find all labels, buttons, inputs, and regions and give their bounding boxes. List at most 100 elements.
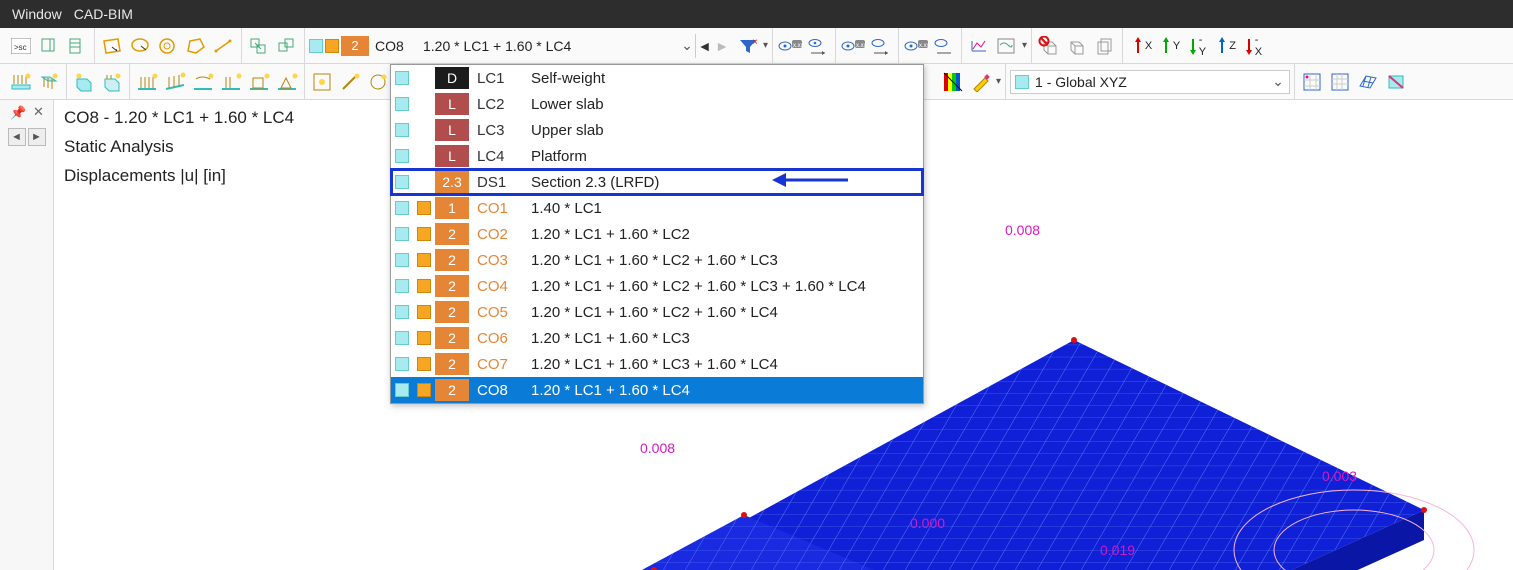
dd-row-co6[interactable]: 2CO61.20 * LC1 + 1.60 * LC3 — [391, 325, 923, 351]
chev-down-style[interactable]: ▾ — [1022, 40, 1027, 51]
panel-prev-button[interactable]: ◄ — [8, 128, 26, 146]
mesh-icon[interactable] — [1355, 69, 1381, 95]
select-line-icon[interactable] — [211, 33, 237, 59]
dd-row-co2[interactable]: 2CO21.20 * LC1 + 1.60 * LC2 — [391, 221, 923, 247]
beam-load-icon-3[interactable] — [190, 69, 216, 95]
dd-row-lc3[interactable]: LLC3Upper slab — [391, 117, 923, 143]
beam-load-icon-5[interactable] — [246, 69, 272, 95]
dd-sq2 — [413, 91, 435, 117]
pencil-icon[interactable] — [968, 69, 994, 95]
menu-window[interactable]: Window — [12, 6, 62, 22]
grid-icon-2[interactable] — [1327, 69, 1353, 95]
chev-down-after-filter[interactable]: ▾ — [763, 40, 768, 51]
chev-down-pencil[interactable]: ▾ — [996, 76, 1001, 87]
dd-tag: 2 — [435, 275, 469, 297]
eye-arrow-icon-2[interactable] — [868, 33, 894, 59]
disp-label: 0.003 — [1322, 468, 1357, 484]
load-cube-icon-1[interactable] — [71, 69, 97, 95]
tool-icon-move[interactable] — [246, 33, 272, 59]
beam-load-icon-2[interactable] — [162, 69, 188, 95]
beam-load-icon-4[interactable] — [218, 69, 244, 95]
dd-name: 1.20 * LC1 + 1.60 * LC4 — [525, 382, 923, 399]
dd-row-co8[interactable]: 2CO81.20 * LC1 + 1.60 * LC4 — [391, 377, 923, 403]
dd-code: CO7 — [469, 356, 525, 373]
pin-icon[interactable]: 📌 — [9, 104, 27, 122]
dd-tag: 2 — [435, 249, 469, 271]
select-rect-icon[interactable] — [99, 33, 125, 59]
chevron-down-icon[interactable]: ⌄ — [679, 37, 695, 54]
menu-cadbim[interactable]: CAD-BIM — [74, 6, 133, 22]
delete-cube-icon[interactable] — [1036, 33, 1062, 59]
dd-sq2 — [413, 195, 435, 221]
misc-load-icon-3[interactable] — [365, 69, 391, 95]
dd-tag: 2 — [435, 379, 469, 401]
dd-row-lc2[interactable]: LLC2Lower slab — [391, 91, 923, 117]
section-icon[interactable] — [1383, 69, 1409, 95]
tool-icon-3[interactable] — [64, 33, 90, 59]
loadcase-selector[interactable]: 2 CO8 1.20 * LC1 + 1.60 * LC4 ⌄ ◄ ► — [309, 32, 731, 60]
annotation-arrow-icon — [770, 168, 850, 192]
eye-xxx-icon-3[interactable]: x.xx — [903, 33, 929, 59]
grid-icon-1[interactable] — [1299, 69, 1325, 95]
axis-y-button[interactable]: Y — [1155, 33, 1181, 59]
dd-sq1 — [391, 221, 413, 247]
chevron-down-icon[interactable]: ⌄ — [1271, 73, 1285, 90]
dd-code: LC1 — [469, 70, 525, 87]
dd-tag: L — [435, 119, 469, 141]
filter-icon[interactable]: × — [735, 33, 761, 59]
lc-code: CO8 — [371, 38, 419, 54]
select-ring-icon[interactable] — [155, 33, 181, 59]
dd-row-lc1[interactable]: DLC1Self-weight — [391, 65, 923, 91]
dd-sq1 — [391, 65, 413, 91]
eye-arrow-icon-3[interactable] — [931, 33, 957, 59]
next-loadcase-button[interactable]: ► — [713, 34, 731, 58]
dd-name: 1.20 * LC1 + 1.60 * LC2 — [525, 226, 923, 243]
beam-load-icon-6[interactable] — [274, 69, 300, 95]
dd-row-co4[interactable]: 2CO41.20 * LC1 + 1.60 * LC2 + 1.60 * LC3… — [391, 273, 923, 299]
close-icon[interactable]: ✕ — [33, 104, 44, 122]
svg-text:x.xx: x.xx — [856, 43, 866, 49]
dd-sq2 — [413, 169, 435, 195]
dd-row-lc4[interactable]: LLC4Platform — [391, 143, 923, 169]
select-poly-icon[interactable] — [183, 33, 209, 59]
axis-minus-y-button[interactable]: -Y — [1183, 33, 1209, 59]
dd-row-co3[interactable]: 2CO31.20 * LC1 + 1.60 * LC2 + 1.60 * LC3 — [391, 247, 923, 273]
dd-sq1 — [391, 351, 413, 377]
load-cube-icon-2[interactable] — [99, 69, 125, 95]
eye-xxx-icon-2[interactable]: x.xx — [840, 33, 866, 59]
beam-load-icon-1[interactable] — [134, 69, 160, 95]
dd-sq2 — [413, 221, 435, 247]
dd-sq2 — [413, 377, 435, 403]
prev-loadcase-button[interactable]: ◄ — [695, 34, 713, 58]
load-display-icon-1[interactable] — [8, 69, 34, 95]
graph-icon[interactable] — [966, 33, 992, 59]
dd-row-co1[interactable]: 1CO11.40 * LC1 — [391, 195, 923, 221]
axis-z-button[interactable]: Z — [1211, 33, 1237, 59]
dd-code: CO3 — [469, 252, 525, 269]
axis-minus-x-button[interactable]: -X — [1239, 33, 1265, 59]
dd-tag: 2 — [435, 301, 469, 323]
tool-icon-2[interactable] — [36, 33, 62, 59]
style-icon[interactable] — [994, 33, 1020, 59]
axis-x-button[interactable]: X — [1127, 33, 1153, 59]
cube-icon[interactable] — [1064, 33, 1090, 59]
panel-next-button[interactable]: ► — [28, 128, 46, 146]
select-ellipse-icon[interactable] — [127, 33, 153, 59]
load-display-icon-2[interactable] — [36, 69, 62, 95]
tool-icon-copy[interactable] — [274, 33, 300, 59]
script-console-icon[interactable]: >sc — [8, 33, 34, 59]
misc-load-icon-1[interactable] — [309, 69, 335, 95]
eye-arrow-icon-1[interactable] — [805, 33, 831, 59]
dd-sq2 — [413, 273, 435, 299]
dd-row-co7[interactable]: 2CO71.20 * LC1 + 1.60 * LC3 + 1.60 * LC4 — [391, 351, 923, 377]
loadcase-dropdown[interactable]: DLC1Self-weightLLC2Lower slabLLC3Upper s… — [390, 64, 924, 404]
dd-code: LC4 — [469, 148, 525, 165]
colormap-icon[interactable] — [940, 69, 966, 95]
coord-system-selector[interactable]: 1 - Global XYZ ⌄ — [1010, 70, 1290, 94]
dd-row-co5[interactable]: 2CO51.20 * LC1 + 1.60 * LC2 + 1.60 * LC4 — [391, 299, 923, 325]
misc-load-icon-2[interactable] — [337, 69, 363, 95]
sheets-icon[interactable] — [1092, 33, 1118, 59]
dd-name: 1.20 * LC1 + 1.60 * LC3 + 1.60 * LC4 — [525, 356, 923, 373]
eye-xxx-icon-1[interactable]: x.xx — [777, 33, 803, 59]
dd-sq1 — [391, 117, 413, 143]
